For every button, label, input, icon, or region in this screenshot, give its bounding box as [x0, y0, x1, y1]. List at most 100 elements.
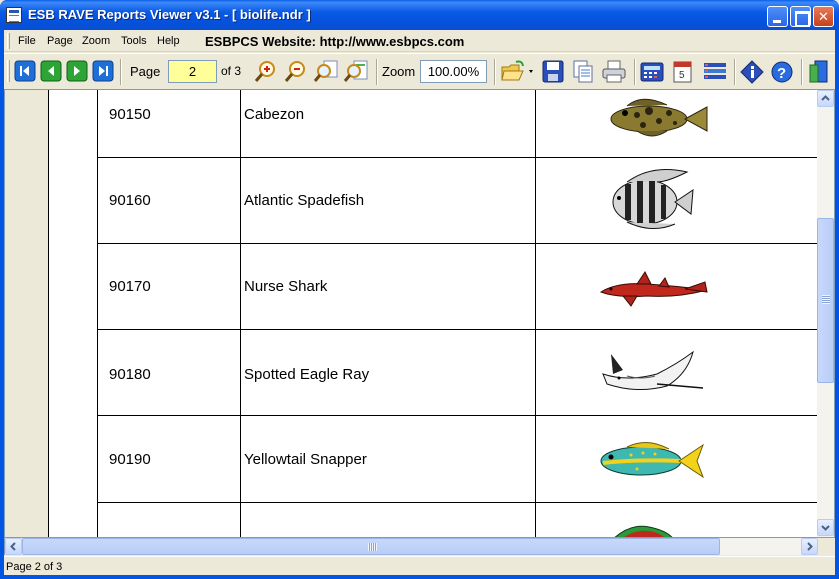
save-button[interactable] — [539, 59, 567, 85]
calendar-icon: 5 — [673, 61, 692, 83]
menu-help[interactable]: Help — [157, 35, 180, 47]
cabezon-fish-image — [597, 90, 709, 149]
list-button[interactable] — [701, 59, 729, 85]
help-button[interactable]: ? — [768, 59, 796, 85]
spadefish-image — [597, 168, 709, 232]
zoom-page-width-icon — [313, 60, 338, 82]
table-row: 90150 Cabezon — [97, 90, 818, 158]
copy-icon — [573, 60, 593, 83]
scroll-left-button[interactable] — [5, 538, 22, 555]
info-button[interactable] — [738, 59, 766, 85]
vertical-scrollbar[interactable] — [817, 90, 834, 537]
info-icon — [740, 60, 764, 84]
table-row: 90180 Spotted Eagle Ray — [97, 330, 818, 416]
scroll-up-button[interactable] — [817, 90, 834, 107]
previous-page-button[interactable] — [40, 60, 62, 82]
exit-button[interactable] — [805, 59, 833, 85]
table-row: 90160 Atlantic Spadefish — [97, 158, 818, 244]
zoom-in-button[interactable] — [252, 59, 280, 85]
table-row: 90170 Nurse Shark — [97, 244, 818, 330]
chevron-down-icon — [821, 525, 830, 531]
toolbar-grip[interactable] — [7, 60, 10, 82]
open-file-button[interactable] — [499, 59, 535, 85]
title-bar[interactable]: ESB RAVE Reports Viewer v3.1 - [ biolife… — [0, 0, 839, 30]
first-page-icon — [14, 60, 36, 82]
toolbar-separator — [801, 59, 803, 85]
species-number: 90150 — [109, 106, 151, 123]
menu-grip[interactable] — [7, 33, 10, 49]
page-count-label: of 3 — [221, 64, 242, 78]
species-name: Atlantic Spadefish — [244, 192, 365, 209]
chevron-right-icon — [807, 542, 813, 551]
toolbar-separator — [634, 59, 636, 85]
eagle-ray-image — [597, 344, 709, 408]
minimize-button[interactable] — [767, 6, 788, 27]
toolbar-separator — [120, 59, 122, 85]
last-page-button[interactable] — [92, 60, 114, 82]
menu-zoom[interactable]: Zoom — [82, 35, 110, 47]
print-icon — [602, 60, 626, 83]
scrollbar-corner — [818, 538, 835, 555]
zoom-in-icon — [254, 61, 275, 82]
report-viewer[interactable]: 90150 Cabezon 90160 Atlantic Spadefish 9… — [4, 89, 835, 538]
species-name: Nurse Shark — [244, 278, 328, 295]
horizontal-scroll-thumb[interactable] — [22, 538, 720, 555]
menu-tools[interactable]: Tools — [121, 35, 147, 47]
status-bar: Page 2 of 3 — [4, 556, 835, 575]
previous-page-icon — [40, 60, 62, 82]
next-page-button[interactable] — [66, 60, 88, 82]
chevron-up-icon — [821, 95, 830, 101]
list-icon — [704, 63, 726, 79]
open-file-icon — [501, 60, 533, 81]
partial-fish-image — [609, 521, 679, 537]
first-page-button[interactable] — [14, 60, 36, 82]
species-number: 90170 — [109, 278, 151, 295]
maximize-button[interactable] — [790, 6, 811, 27]
last-page-icon — [92, 60, 114, 82]
species-name: Yellowtail Snapper — [244, 451, 367, 468]
copy-button[interactable] — [569, 59, 597, 85]
client-area: File Page Zoom Tools Help ESBPCS Website… — [4, 30, 835, 575]
zoom-fit-page-icon — [343, 60, 368, 82]
scroll-down-button[interactable] — [817, 519, 834, 536]
app-icon[interactable] — [6, 7, 22, 23]
table-row: 90190 Yellowtail Snapper — [97, 417, 818, 503]
close-button[interactable]: ✕ — [813, 6, 834, 27]
table-row — [97, 503, 818, 537]
calculator-icon — [640, 62, 664, 82]
species-name: Spotted Eagle Ray — [244, 366, 370, 383]
menu-page[interactable]: Page — [47, 35, 73, 47]
scroll-right-button[interactable] — [801, 538, 818, 555]
species-number: 90180 — [109, 366, 151, 383]
menu-file[interactable]: File — [18, 35, 36, 47]
calendar-button[interactable]: 5 — [668, 59, 696, 85]
vertical-scroll-thumb[interactable] — [817, 218, 834, 383]
species-number: 90160 — [109, 192, 151, 209]
species-number: 90190 — [109, 451, 151, 468]
zoom-label: Zoom — [382, 64, 416, 79]
calculator-button[interactable] — [638, 59, 666, 85]
report-page: 90150 Cabezon 90160 Atlantic Spadefish 9… — [5, 90, 818, 537]
window-title: ESB RAVE Reports Viewer v3.1 - [ biolife… — [28, 7, 311, 22]
page-number-input[interactable] — [168, 60, 217, 83]
page-margin — [5, 90, 49, 537]
page-label: Page — [130, 64, 161, 79]
exit-icon — [809, 60, 828, 83]
menu-bar: File Page Zoom Tools Help ESBPCS Website… — [4, 30, 835, 52]
chevron-left-icon — [10, 542, 16, 551]
nurse-shark-image — [597, 256, 709, 320]
horizontal-scrollbar[interactable] — [4, 538, 818, 555]
zoom-page-width-button[interactable] — [312, 59, 340, 85]
snapper-image — [597, 429, 709, 493]
zoom-fit-page-button[interactable] — [342, 59, 370, 85]
svg-text:?: ? — [777, 65, 786, 82]
toolbar: Page of 3 — [4, 53, 835, 88]
zoom-out-button[interactable] — [282, 59, 310, 85]
zoom-input[interactable] — [420, 60, 487, 83]
species-name: Cabezon — [244, 106, 305, 123]
website-link[interactable]: ESBPCS Website: http://www.esbpcs.com — [205, 34, 464, 49]
help-icon: ? — [771, 61, 793, 83]
print-button[interactable] — [600, 59, 628, 85]
app-window: ESB RAVE Reports Viewer v3.1 - [ biolife… — [0, 0, 839, 579]
save-icon — [542, 60, 564, 83]
